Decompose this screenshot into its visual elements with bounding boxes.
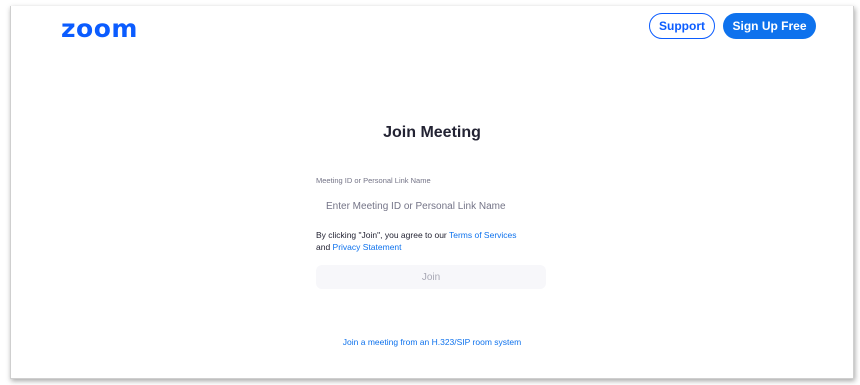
- terms-of-services-link[interactable]: Terms of Services: [449, 230, 517, 240]
- sign-up-free-button[interactable]: Sign Up Free: [723, 13, 816, 39]
- agreement-prefix: By clicking "Join", you agree to our: [316, 230, 449, 240]
- browser-viewport: zoom Support Sign Up Free Join Meeting M…: [0, 0, 860, 385]
- join-button[interactable]: Join: [316, 265, 546, 289]
- sip-room-system-link[interactable]: Join a meeting from an H.323/SIP room sy…: [11, 337, 853, 347]
- meeting-id-label: Meeting ID or Personal Link Name: [316, 176, 431, 185]
- privacy-statement-link[interactable]: Privacy Statement: [333, 242, 402, 252]
- meeting-id-input[interactable]: [316, 194, 546, 218]
- page-window: zoom Support Sign Up Free Join Meeting M…: [10, 6, 854, 379]
- agreement-text: By clicking "Join", you agree to our Ter…: [316, 229, 576, 253]
- page-title: Join Meeting: [383, 124, 481, 141]
- support-button[interactable]: Support: [649, 13, 715, 39]
- agreement-middle: and: [316, 242, 333, 252]
- zoom-logo[interactable]: zoom: [61, 14, 138, 44]
